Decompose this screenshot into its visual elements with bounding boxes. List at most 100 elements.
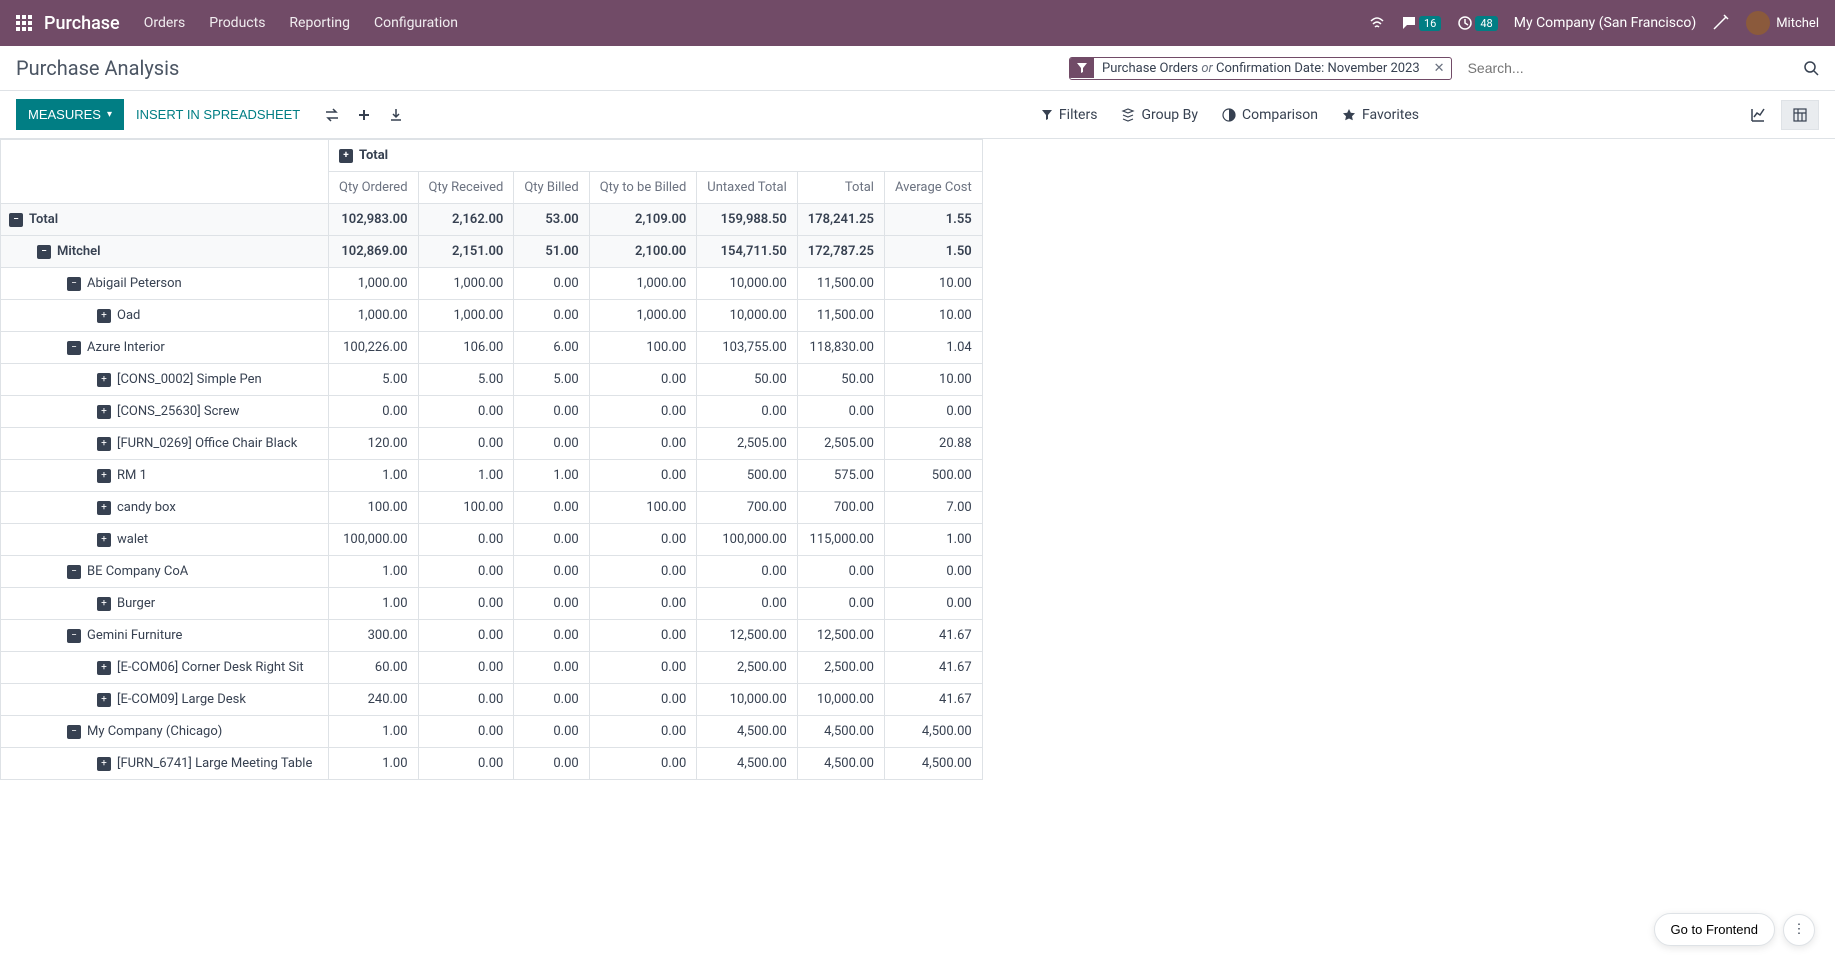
cell[interactable]: 1.00 [884,524,982,556]
cell[interactable]: 10,000.00 [697,684,797,716]
cell[interactable]: 154,711.50 [697,236,797,268]
plus-icon[interactable]: + [97,469,111,483]
col-header[interactable]: Qty Billed [514,172,589,204]
cell[interactable]: 41.67 [884,652,982,684]
row-header[interactable]: +candy box [1,492,329,524]
cell[interactable]: 0.00 [589,460,697,492]
cell[interactable]: 1.00 [329,460,419,492]
cell[interactable]: 300.00 [329,620,419,652]
cell[interactable]: 41.67 [884,620,982,652]
cell[interactable]: 0.00 [589,428,697,460]
cell[interactable]: 1.55 [884,204,982,236]
cell[interactable]: 0.00 [418,524,514,556]
cell[interactable]: 1,000.00 [329,268,419,300]
cell[interactable]: 0.00 [514,652,589,684]
col-header[interactable]: Average Cost [884,172,982,204]
cell[interactable]: 50.00 [697,364,797,396]
row-header[interactable]: +[CONS_0002] Simple Pen [1,364,329,396]
row-header[interactable]: −Mitchel [1,236,329,268]
cell[interactable]: 120.00 [329,428,419,460]
cell[interactable]: 0.00 [418,556,514,588]
cell[interactable]: 1.00 [329,588,419,620]
cell[interactable]: 53.00 [514,204,589,236]
cell[interactable]: 0.00 [589,652,697,684]
cell[interactable]: 1,000.00 [329,300,419,332]
search-input[interactable] [1460,56,1795,80]
cell[interactable]: 0.00 [514,684,589,716]
minus-icon[interactable]: − [67,565,81,579]
nav-configuration[interactable]: Configuration [374,15,458,31]
cell[interactable]: 1.00 [329,716,419,748]
cell[interactable]: 240.00 [329,684,419,716]
cell[interactable]: 41.67 [884,684,982,716]
row-header[interactable]: −My Company (Chicago) [1,716,329,748]
cell[interactable]: 0.00 [589,588,697,620]
cell[interactable]: 1.50 [884,236,982,268]
plus-icon[interactable]: + [97,501,111,515]
nav-reporting[interactable]: Reporting [289,15,350,31]
discuss-icon[interactable]: 16 [1401,15,1441,31]
cell[interactable]: 4,500.00 [797,716,884,748]
cell[interactable]: 0.00 [514,300,589,332]
minus-icon[interactable]: − [37,245,51,259]
row-header[interactable]: −BE Company CoA [1,556,329,588]
cell[interactable]: 0.00 [589,620,697,652]
cell[interactable]: 100.00 [418,492,514,524]
cell[interactable]: 5.00 [514,364,589,396]
cell[interactable]: 4,500.00 [697,748,797,780]
cell[interactable]: 10,000.00 [697,268,797,300]
minus-icon[interactable]: − [67,277,81,291]
cell[interactable]: 5.00 [329,364,419,396]
cell[interactable]: 51.00 [514,236,589,268]
cell[interactable]: 4,500.00 [884,748,982,780]
cell[interactable]: 5.00 [418,364,514,396]
filters-button[interactable]: Filters [1041,107,1098,123]
measures-button[interactable]: MEASURES [16,99,124,130]
cell[interactable]: 7.00 [884,492,982,524]
col-header[interactable]: Qty Received [418,172,514,204]
row-header[interactable]: +[FURN_0269] Office Chair Black [1,428,329,460]
cell[interactable]: 0.00 [514,396,589,428]
plus-icon[interactable]: + [339,149,353,163]
cell[interactable]: 700.00 [797,492,884,524]
plus-icon[interactable]: + [97,661,111,675]
cell[interactable]: 0.00 [884,396,982,428]
minus-icon[interactable]: − [67,341,81,355]
cell[interactable]: 1.00 [329,556,419,588]
cell[interactable]: 500.00 [884,460,982,492]
expand-all-icon[interactable] [356,107,372,123]
minus-icon[interactable]: − [67,629,81,643]
search-icon[interactable] [1803,60,1819,76]
graph-view-toggle[interactable] [1739,100,1777,130]
col-header[interactable]: Untaxed Total [697,172,797,204]
cell[interactable]: 0.00 [514,524,589,556]
flip-axis-icon[interactable] [324,107,340,123]
cell[interactable]: 2,100.00 [589,236,697,268]
plus-icon[interactable]: + [97,757,111,771]
apps-icon[interactable] [16,15,32,31]
cell[interactable]: 2,162.00 [418,204,514,236]
cell[interactable]: 106.00 [418,332,514,364]
cell[interactable]: 0.00 [514,492,589,524]
cell[interactable]: 700.00 [697,492,797,524]
cell[interactable]: 2,500.00 [797,652,884,684]
cell[interactable]: 159,988.50 [697,204,797,236]
plus-icon[interactable]: + [97,597,111,611]
cell[interactable]: 1,000.00 [589,300,697,332]
cell[interactable]: 0.00 [514,428,589,460]
cell[interactable]: 1.00 [418,460,514,492]
row-header[interactable]: +[E-COM09] Large Desk [1,684,329,716]
cell[interactable]: 0.00 [514,556,589,588]
cell[interactable]: 100,000.00 [329,524,419,556]
cell[interactable]: 0.00 [697,396,797,428]
cell[interactable]: 100,226.00 [329,332,419,364]
minus-icon[interactable]: − [9,213,23,227]
cell[interactable]: 0.00 [589,716,697,748]
minus-icon[interactable]: − [67,725,81,739]
cell[interactable]: 2,505.00 [797,428,884,460]
cell[interactable]: 0.00 [514,716,589,748]
cell[interactable]: 0.00 [589,556,697,588]
cell[interactable]: 0.00 [418,428,514,460]
col-header[interactable]: Total [797,172,884,204]
row-header[interactable]: +RM 1 [1,460,329,492]
